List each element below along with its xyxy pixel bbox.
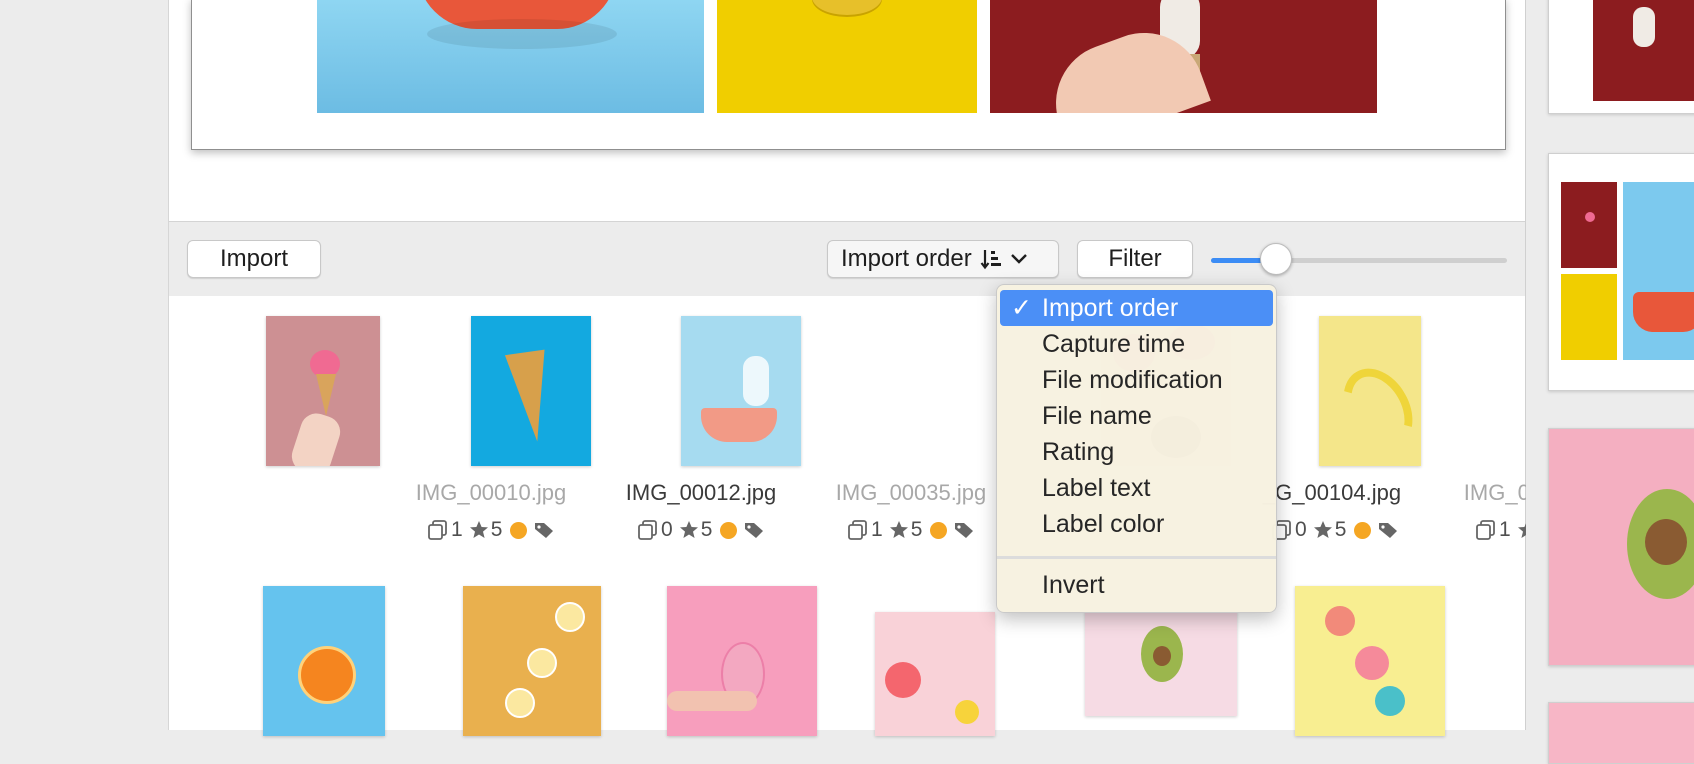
sort-order-menu: ✓ Import order Capture time File modificati…	[996, 284, 1277, 613]
usage-count-icon	[638, 520, 657, 540]
photo-thumbnail[interactable]	[266, 316, 380, 466]
usage-count-icon	[1476, 520, 1495, 540]
menu-item-label: Label text	[1042, 473, 1151, 502]
photo-thumbnail[interactable]	[1319, 316, 1421, 466]
usage-count: 0	[1295, 518, 1307, 541]
menu-separator	[997, 556, 1276, 559]
chevron-down-icon	[1010, 254, 1027, 264]
usage-count: 1	[871, 518, 883, 541]
photo-thumbnail[interactable]	[681, 316, 801, 466]
photo-thumbnail[interactable]	[667, 586, 817, 736]
photo-thumbnail[interactable]	[463, 586, 601, 736]
photo-filename: IMG_00035.jpg	[835, 480, 987, 505]
photo-metadata: 15	[427, 518, 555, 542]
toolbar: Import Import order Filter	[169, 221, 1525, 296]
menu-item-label-text[interactable]: Label text	[1000, 470, 1273, 506]
menu-item-file-name[interactable]: File name	[1000, 398, 1273, 434]
preview-photo-icecream[interactable]	[990, 0, 1377, 113]
preview-photo-banana[interactable]	[717, 0, 977, 113]
layout-page-thumbnail[interactable]	[1548, 0, 1694, 114]
menu-item-label: Label color	[1042, 509, 1165, 538]
photo-metadata: 15	[847, 518, 975, 542]
menu-item-file-modification[interactable]: File modification	[1000, 362, 1273, 398]
star-icon	[679, 521, 698, 538]
usage-count: 0	[661, 518, 673, 541]
zoom-slider-knob[interactable]	[1260, 243, 1293, 275]
tag-icon	[1379, 523, 1398, 538]
menu-item-rating[interactable]: Rating	[1000, 434, 1273, 470]
sort-order-button[interactable]: Import order	[827, 240, 1059, 278]
photo-thumbnail[interactable]	[875, 612, 995, 736]
checkmark-icon: ✓	[1011, 294, 1032, 322]
menu-item-label: Rating	[1042, 437, 1115, 466]
preview-photo-pot[interactable]	[317, 0, 704, 113]
tag-icon	[955, 523, 974, 538]
menu-item-invert[interactable]: Invert	[1000, 567, 1273, 603]
tag-icon	[535, 523, 554, 538]
right-panel	[1526, 0, 1694, 764]
layout-page-thumbnail[interactable]	[1548, 702, 1694, 764]
import-button[interactable]: Import	[187, 240, 321, 278]
star-icon	[469, 521, 488, 538]
menu-item-label: File name	[1042, 401, 1152, 430]
layout-page-thumbnail[interactable]	[1548, 428, 1694, 666]
filter-button[interactable]: Filter	[1077, 240, 1193, 278]
star-icon	[889, 521, 908, 538]
label-color-dot	[930, 521, 948, 539]
star-icon	[1313, 521, 1332, 538]
star-rating: 5	[490, 518, 503, 541]
label-color-dot	[1354, 521, 1372, 539]
tag-icon	[745, 523, 764, 538]
star-rating: 5	[700, 518, 713, 541]
left-gutter	[0, 0, 169, 730]
menu-item-import-order[interactable]: ✓ Import order	[1000, 290, 1273, 326]
sort-descending-icon	[980, 250, 1001, 270]
photo-thumbnail[interactable]	[1295, 586, 1445, 736]
sort-order-label: Import order	[841, 245, 972, 272]
zoom-slider-track[interactable]	[1211, 258, 1507, 263]
photo-thumbnail[interactable]	[471, 316, 591, 466]
photo-metadata: 05	[637, 518, 765, 542]
star-rating: 5	[910, 518, 923, 541]
usage-count-icon	[848, 520, 867, 540]
page-preview[interactable]	[191, 0, 1506, 150]
menu-item-label: File modification	[1042, 365, 1223, 394]
label-color-dot	[720, 521, 738, 539]
menu-item-capture-time[interactable]: Capture time	[1000, 326, 1273, 362]
layout-page-thumbnail[interactable]	[1548, 153, 1694, 391]
photo-thumbnail[interactable]	[1085, 604, 1237, 716]
usage-count: 1	[1499, 518, 1511, 541]
usage-count: 1	[451, 518, 463, 541]
usage-count-icon	[428, 520, 447, 540]
photo-metadata: 05	[1271, 518, 1399, 542]
menu-item-label: Capture time	[1042, 329, 1186, 358]
menu-item-label-color[interactable]: Label color	[1000, 506, 1273, 542]
photo-filename: IMG_00012.jpg	[625, 480, 777, 505]
main-area: Import Import order Filter IMG_00010.jpg…	[169, 0, 1614, 736]
menu-item-label: Import order	[1042, 293, 1179, 322]
photo-thumbnail[interactable]	[263, 586, 385, 736]
label-color-dot	[510, 521, 528, 539]
photo-filename: IMG_00010.jpg	[415, 480, 567, 505]
menu-item-label: Invert	[1042, 570, 1105, 599]
star-rating: 5	[1334, 518, 1347, 541]
